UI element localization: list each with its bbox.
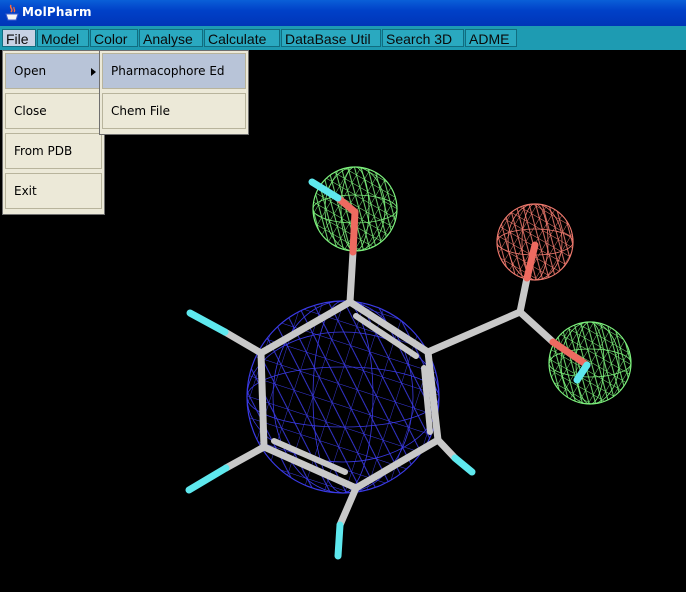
menu-file[interactable]: File [2, 29, 36, 47]
submenu-item-pharmacophore-editor[interactable]: Pharmacophore Ed [102, 53, 246, 89]
menu-item-open-label: Open [14, 64, 47, 78]
file-menu-dropdown: Open Close From PDB Exit [2, 50, 105, 215]
aromatic-pharmacophore-sphere [246, 300, 440, 494]
open-submenu: Pharmacophore Ed Chem File [99, 50, 249, 135]
window-title: MolPharm [22, 5, 92, 19]
menu-adme[interactable]: ADME [465, 29, 517, 47]
menu-item-open[interactable]: Open [5, 53, 102, 89]
submenu-arrow-icon [91, 68, 96, 76]
java-cup-icon [5, 4, 19, 21]
menu-item-from-pdb[interactable]: From PDB [5, 133, 102, 169]
menu-model[interactable]: Model [37, 29, 89, 47]
menu-item-close[interactable]: Close [5, 93, 102, 129]
submenu-item-chem-file[interactable]: Chem File [102, 93, 246, 129]
menu-color[interactable]: Color [90, 29, 138, 47]
donor-pharmacophore-sphere-right [548, 321, 632, 405]
menu-search-3d[interactable]: Search 3D [382, 29, 464, 47]
menu-item-exit[interactable]: Exit [5, 173, 102, 209]
menu-calculate[interactable]: Calculate [204, 29, 280, 47]
menu-analyse[interactable]: Analyse [139, 29, 203, 47]
menu-bar: File Model Color Analyse Calculate DataB… [0, 26, 686, 51]
title-bar: MolPharm [0, 0, 686, 26]
menu-database-util[interactable]: DataBase Util [281, 29, 381, 47]
